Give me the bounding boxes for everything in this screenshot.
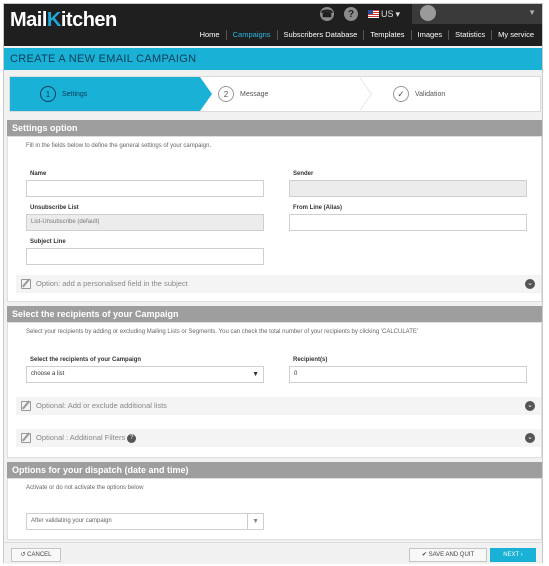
- language-code: US: [381, 9, 394, 19]
- step-label: Validation: [415, 90, 446, 98]
- settings-description: Fill in the fields below to define the g…: [26, 143, 212, 149]
- logo-text-k: K: [46, 9, 61, 31]
- subject-field[interactable]: [26, 248, 264, 265]
- page-title: CREATE A NEW EMAIL CAMPAIGN: [10, 53, 197, 65]
- step-label: Message: [240, 90, 269, 98]
- check-icon: ✔: [421, 552, 427, 558]
- next-label: NEXT: [503, 552, 520, 558]
- nav-templates[interactable]: Templates: [363, 30, 410, 40]
- help-icon[interactable]: ?: [127, 433, 137, 443]
- option-additional-lists[interactable]: Optional: Add or exclude additional list…: [16, 397, 541, 415]
- option-label: Optional: Add or exclude additional list…: [36, 401, 167, 410]
- step-validation[interactable]: ✓ Validation: [393, 77, 445, 111]
- step-settings[interactable]: 1 Settings: [10, 77, 200, 111]
- top-icons: ☎ ? US ▾: [320, 6, 400, 22]
- settings-section: Fill in the fields below to define the g…: [7, 136, 542, 302]
- dispatch-description: Activate or do not activate the options …: [26, 485, 144, 491]
- language-selector[interactable]: US ▾: [368, 9, 400, 20]
- save-and-quit-button[interactable]: ✔ SAVE AND QUIT: [409, 548, 487, 562]
- nav-images[interactable]: Images: [410, 30, 449, 40]
- save-label: SAVE AND QUIT: [428, 552, 475, 558]
- option-personalised-field[interactable]: Option: add a personalised field in the …: [16, 275, 541, 293]
- dispatch-timing-select[interactable]: After validating your campaign ▼: [26, 513, 264, 530]
- step-message[interactable]: 2 Message: [218, 77, 268, 111]
- chevron-right-icon: ›: [520, 552, 523, 558]
- logo[interactable]: MailKitchen: [10, 9, 117, 32]
- nav-statistics[interactable]: Statistics: [448, 30, 491, 40]
- chevron-down-icon: ⌄: [525, 401, 535, 411]
- step-label: Settings: [62, 90, 88, 98]
- recipients-section: Select your recipients by adding or excl…: [7, 322, 542, 458]
- footer-bar: ↺ CANCEL ✔ SAVE AND QUIT NEXT ›: [4, 542, 542, 564]
- sender-label: Sender: [293, 171, 314, 177]
- settings-section-header: Settings option: [7, 120, 542, 136]
- step-number: 1: [40, 86, 56, 102]
- option-label: Optional : Additional Filters: [36, 433, 126, 442]
- next-button[interactable]: NEXT ›: [490, 548, 536, 562]
- check-icon: ✓: [393, 86, 409, 102]
- recipient-count-label: Recipient(s): [293, 357, 328, 363]
- chevron-down-icon: ▾: [395, 8, 401, 19]
- caret-down-icon: ▼: [252, 371, 259, 378]
- step-divider: [359, 77, 371, 111]
- logo-text-mail: Mail: [10, 9, 47, 31]
- app-window: MailKitchen ☎ ? US ▾ ▼ Home Campaigns Su…: [3, 3, 543, 564]
- recipients-select-label: Select the recipients of your Campaign: [30, 357, 142, 363]
- cancel-button[interactable]: ↺ CANCEL: [11, 548, 61, 562]
- help-icon[interactable]: ?: [344, 7, 358, 21]
- edit-icon: [21, 401, 31, 411]
- nav-subscribers-database[interactable]: Subscribers Database: [276, 30, 364, 40]
- us-flag-icon: [368, 10, 379, 18]
- user-menu[interactable]: ▼: [412, 4, 542, 24]
- unsubscribe-field[interactable]: List-Unsubscribe (default): [26, 214, 264, 231]
- wizard-steps: 1 Settings 2 Message ✓ Validation: [9, 76, 541, 112]
- step-arrow: [200, 77, 212, 111]
- sender-field[interactable]: [289, 180, 527, 197]
- chevron-down-icon: ⌄: [525, 433, 535, 443]
- step-number: 2: [218, 86, 234, 102]
- recipients-section-header: Select the recipients of your Campaign: [7, 306, 542, 322]
- top-bar: MailKitchen ☎ ? US ▾ ▼ Home Campaigns Su…: [4, 4, 542, 46]
- name-field[interactable]: [26, 180, 264, 197]
- cancel-label: CANCEL: [27, 552, 52, 558]
- page-title-bar: CREATE A NEW EMAIL CAMPAIGN: [4, 48, 542, 70]
- main-nav: Home Campaigns Subscribers Database Temp…: [194, 30, 540, 40]
- select-value: After validating your campaign: [31, 518, 112, 524]
- select-value: choose a list: [31, 371, 65, 377]
- edit-icon: [21, 433, 31, 443]
- avatar: [420, 5, 436, 21]
- edit-icon: [21, 279, 31, 289]
- nav-campaigns[interactable]: Campaigns: [225, 30, 277, 40]
- unsubscribe-label: Unsubscribe List: [30, 205, 79, 211]
- recipients-description: Select your recipients by adding or excl…: [26, 329, 419, 335]
- name-label: Name: [30, 171, 47, 177]
- dispatch-section: Activate or do not activate the options …: [7, 478, 542, 540]
- chevron-down-icon: ⌄: [525, 279, 535, 289]
- caret-down-icon: ▼: [247, 514, 259, 529]
- chevron-down-icon: ▼: [528, 8, 536, 17]
- dispatch-section-header: Options for your dispatch (date and time…: [7, 462, 542, 478]
- option-label: Option: add a personalised field in the …: [36, 279, 188, 288]
- nav-my-service[interactable]: My service: [491, 30, 540, 40]
- subject-label: Subject Line: [30, 239, 66, 245]
- from-line-label: From Line (Alias): [293, 205, 343, 211]
- from-line-field[interactable]: [289, 214, 527, 231]
- logo-text-itchen: itchen: [60, 9, 117, 31]
- undo-icon: ↺: [20, 552, 26, 558]
- recipient-count-field[interactable]: 0: [289, 366, 527, 383]
- support-icon[interactable]: ☎: [320, 7, 334, 21]
- recipients-list-select[interactable]: choose a list ▼: [26, 366, 264, 383]
- nav-home[interactable]: Home: [194, 30, 226, 40]
- option-additional-filters[interactable]: Optional : Additional Filters ? ⌄: [16, 429, 541, 447]
